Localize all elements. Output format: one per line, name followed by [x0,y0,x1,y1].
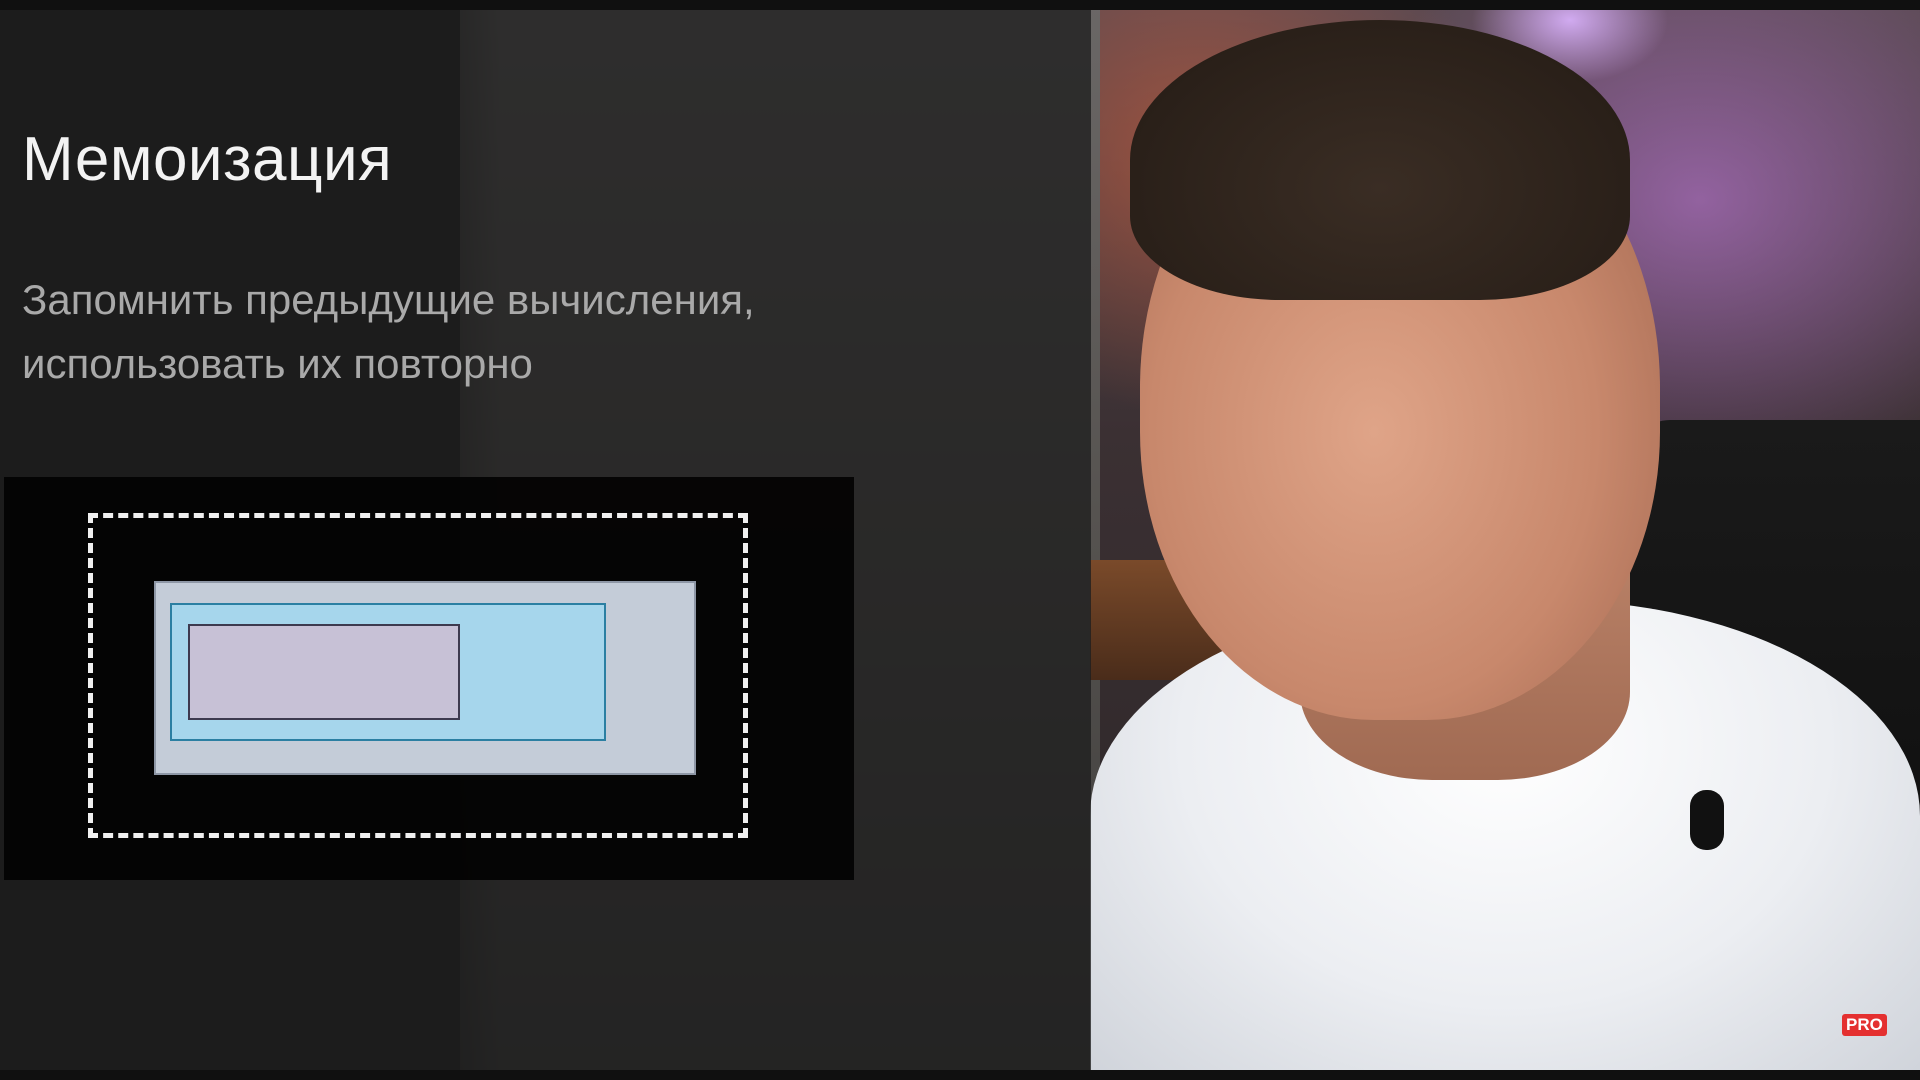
inner-box [188,624,460,720]
bottom-letterbox [0,1070,1920,1080]
lapel-microphone [1690,790,1724,850]
pro-badge: PRO [1842,1014,1887,1036]
video-frame: Мемоизация Запомнить предыдущие вычислен… [0,0,1920,1080]
slide-subtitle: Запомнить предыдущие вычисления, использ… [22,268,902,396]
top-letterbox [0,0,1920,10]
slide-title: Мемоизация [22,125,393,194]
subtitle-line-1: Запомнить предыдущие вычисления, [22,276,755,323]
nested-boxes-diagram [4,477,854,880]
presenter-hair [1130,20,1630,300]
subtitle-line-2: использовать их повторно [22,340,533,387]
